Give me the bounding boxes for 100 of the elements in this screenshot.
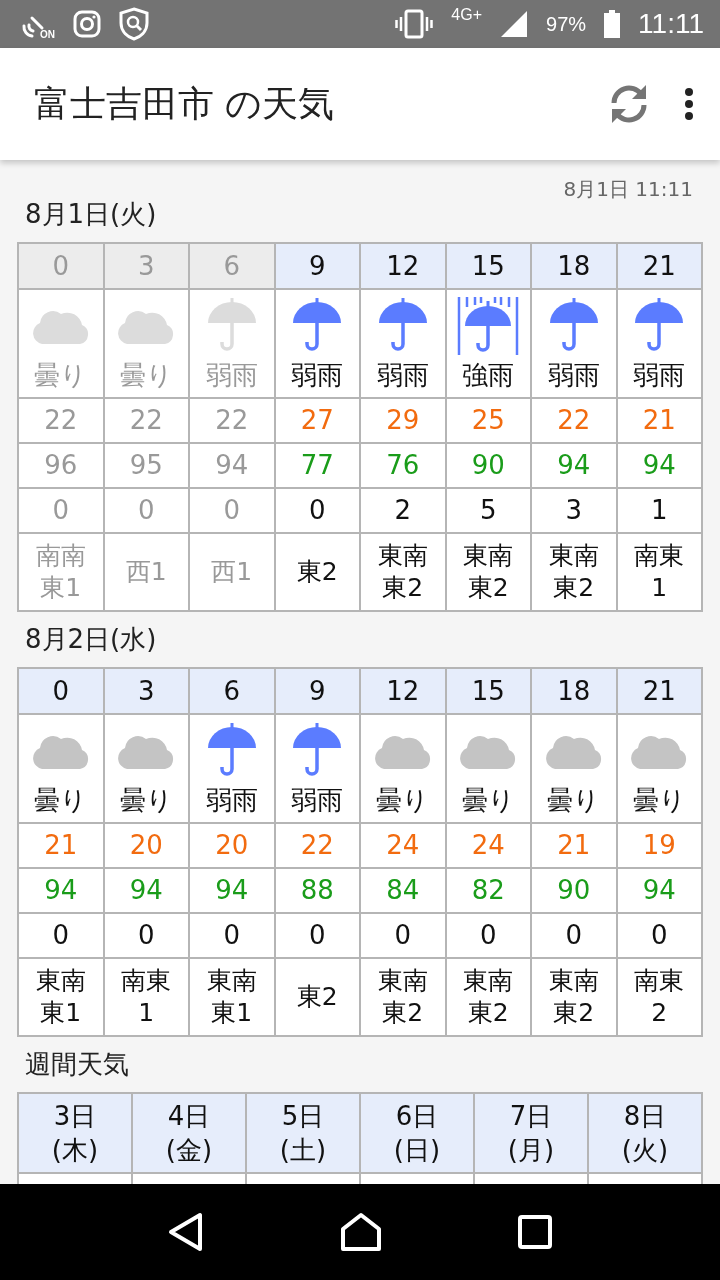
hour-cell: 9 [274,668,360,714]
wind-text: 東南東2 [462,539,515,604]
temperature-cell: 22 [103,398,189,443]
hour-cell: 18 [531,243,617,289]
hour-cell: 0 [18,243,104,289]
weekday-cell: 3日 (木) [18,1093,132,1173]
wind-text: 西1 [210,555,254,588]
wind-text: 東南東2 [462,964,515,1029]
hour-cell: 12 [360,668,446,714]
umbrella-icon [547,298,600,354]
weather-label: 弱雨 [204,359,259,392]
weather-label: 曇り [118,359,174,392]
weekday-cell: 8日 (火) [588,1093,702,1173]
humidity-cell: 94 [103,868,189,913]
temperature-cell: 20 [103,823,189,868]
hour-cell: 21 [616,243,702,289]
humidity-cell: 94 [616,443,702,488]
temperature-cell: 24 [360,823,446,868]
umbrella-icon [376,298,429,354]
wind-text: 東南東2 [376,964,429,1029]
humidity-cell: 76 [360,443,446,488]
humidity-cell: 90 [445,443,531,488]
more-icon[interactable] [684,87,694,121]
weekday-cell: 5日 (土) [246,1093,360,1173]
precipitation-cell: 0 [18,913,104,958]
umbrella-icon [291,298,344,354]
weather-label: 曇り [33,784,89,817]
app-title: 富士吉田市 の天気 [34,81,336,126]
umbrella-icon [205,723,258,779]
precipitation-cell: 0 [189,488,275,533]
hour-cell: 15 [445,243,531,289]
precipitation-cell: 3 [531,488,617,533]
wind-text: 東南東1 [34,964,87,1029]
hour-cell: 18 [531,668,617,714]
signal-icon [500,10,529,38]
weather-label: 弱雨 [375,359,430,392]
humidity-cell: 94 [531,443,617,488]
precipitation-cell: 0 [274,488,360,533]
humidity-cell: 77 [274,443,360,488]
precipitation-cell: 1 [616,488,702,533]
weather-label: 曇り [546,784,602,817]
hour-cell: 3 [103,668,189,714]
precipitation-cell: 5 [445,488,531,533]
wind-text: 東2 [295,555,339,588]
umbrella-icon [633,298,686,354]
weather-label: 弱雨 [546,359,601,392]
wind-text: 東南東2 [547,964,600,1029]
wind-text: 東南東2 [547,539,600,604]
humidity-cell: 94 [616,868,702,913]
weather-label: 強雨 [461,359,516,392]
day-heading: 8月1日(火) [25,198,158,231]
weather-label: 曇り [631,784,687,817]
day-heading: 8月2日(水) [25,623,158,656]
temperature-cell: 21 [531,823,617,868]
hour-cell: 21 [616,668,702,714]
precipitation-cell: 0 [360,913,446,958]
hour-cell: 9 [274,243,360,289]
wind-text: 東南東1 [205,964,258,1029]
battery-percent: 97% [546,12,587,36]
hour-cell: 3 [103,243,189,289]
weather-label: 曇り [375,784,431,817]
precipitation-cell: 0 [616,913,702,958]
temperature-cell: 20 [189,823,275,868]
weekday-cell: 6日 (日) [360,1093,474,1173]
weather-label: 弱雨 [290,784,345,817]
wind-text: 南東1 [633,539,686,604]
humidity-cell: 94 [18,868,104,913]
precipitation-cell: 0 [445,913,531,958]
humidity-cell: 84 [360,868,446,913]
weather-label: 弱雨 [632,359,687,392]
temperature-cell: 22 [189,398,275,443]
precipitation-cell: 0 [189,913,275,958]
temperature-cell: 21 [616,398,702,443]
humidity-cell: 96 [18,443,104,488]
temperature-cell: 19 [616,823,702,868]
temperature-cell: 22 [531,398,617,443]
temperature-cell: 27 [274,398,360,443]
humidity-cell: 82 [445,868,531,913]
weekday-cell: 4日 (金) [132,1093,246,1173]
wind-text: 東南東2 [376,539,429,604]
temperature-cell: 22 [274,823,360,868]
weekday-cell: 7日 (月) [474,1093,588,1173]
camera-icon [73,10,101,38]
humidity-cell: 94 [189,443,275,488]
precipitation-cell: 0 [18,488,104,533]
hour-cell: 0 [18,668,104,714]
home-icon[interactable] [340,1212,382,1252]
weather-label: 弱雨 [290,359,345,392]
wind-text: 東2 [295,980,339,1013]
precipitation-cell: 2 [360,488,446,533]
weather-label: 曇り [118,784,174,817]
back-icon[interactable] [168,1212,204,1252]
recents-icon[interactable] [518,1215,552,1249]
temperature-cell: 24 [445,823,531,868]
humidity-cell: 95 [103,443,189,488]
heavy-rain-icon [457,297,520,355]
hour-cell: 12 [360,243,446,289]
hour-cell: 15 [445,668,531,714]
updated-time: 8月1日 11:11 [562,176,693,203]
temperature-cell: 21 [18,823,104,868]
